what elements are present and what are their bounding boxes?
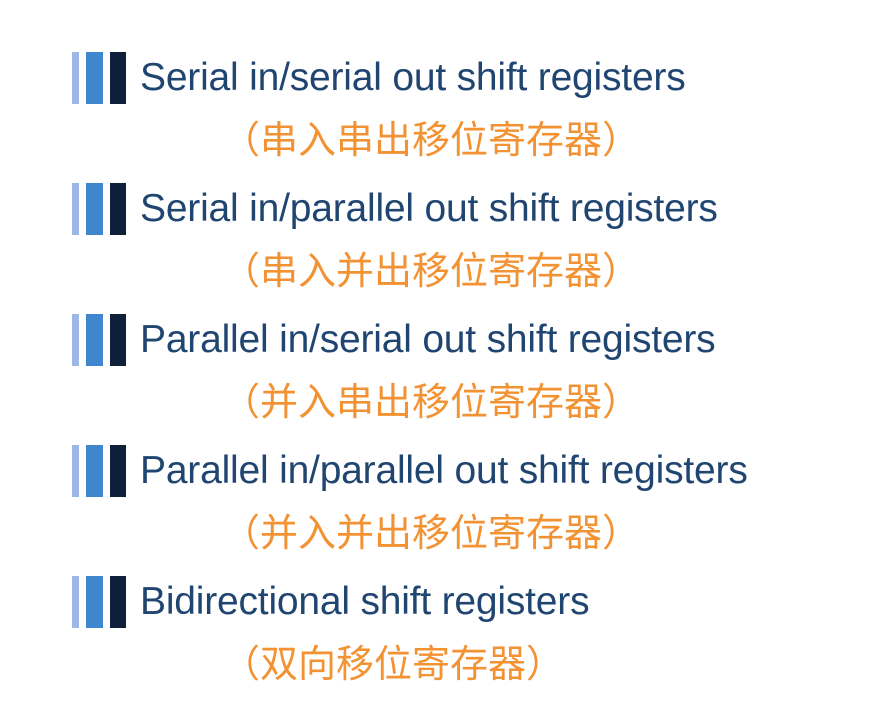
bullet-bar-dark	[110, 52, 126, 104]
list-item: Bidirectional shift registers （双向移位寄存器）	[72, 572, 862, 692]
bullet-bar-mid	[86, 576, 103, 628]
bullet-bar-light	[72, 314, 79, 366]
bullet-bar-dark	[110, 314, 126, 366]
bullet-bar-mid	[86, 52, 103, 104]
bullet-bar-mid	[86, 183, 103, 235]
bullet-bar-light	[72, 576, 79, 628]
bullet-bar-light	[72, 183, 79, 235]
bullet-bar-mid	[86, 445, 103, 497]
item-chinese-text: （双向移位寄存器）	[222, 642, 565, 686]
bar-bullet-icon	[72, 445, 132, 497]
item-chinese-text: （并入并出移位寄存器）	[222, 511, 641, 555]
bullet-bar-dark	[110, 445, 126, 497]
item-english-text: Serial in/parallel out shift registers	[140, 187, 718, 230]
bullet-bar-dark	[110, 183, 126, 235]
item-chinese-text: （串入并出移位寄存器）	[222, 249, 641, 293]
bullet-bar-light	[72, 445, 79, 497]
item-chinese-text: （串入串出移位寄存器）	[222, 118, 641, 162]
shift-register-types-list: Serial in/serial out shift registers （串入…	[72, 48, 862, 692]
list-item: Serial in/parallel out shift registers （…	[72, 179, 862, 310]
bar-bullet-icon	[72, 576, 132, 628]
bar-bullet-icon	[72, 314, 132, 366]
item-english-text: Bidirectional shift registers	[140, 580, 590, 623]
item-english-text: Parallel in/serial out shift registers	[140, 318, 716, 361]
item-chinese-text: （并入串出移位寄存器）	[222, 380, 641, 424]
list-item: Parallel in/parallel out shift registers…	[72, 441, 862, 572]
item-english-text: Parallel in/parallel out shift registers	[140, 449, 748, 492]
list-item: Parallel in/serial out shift registers （…	[72, 310, 862, 441]
item-english-text: Serial in/serial out shift registers	[140, 56, 686, 99]
list-item: Serial in/serial out shift registers （串入…	[72, 48, 862, 179]
bar-bullet-icon	[72, 52, 132, 104]
bullet-bar-light	[72, 52, 79, 104]
bullet-bar-mid	[86, 314, 103, 366]
bullet-bar-dark	[110, 576, 126, 628]
bar-bullet-icon	[72, 183, 132, 235]
